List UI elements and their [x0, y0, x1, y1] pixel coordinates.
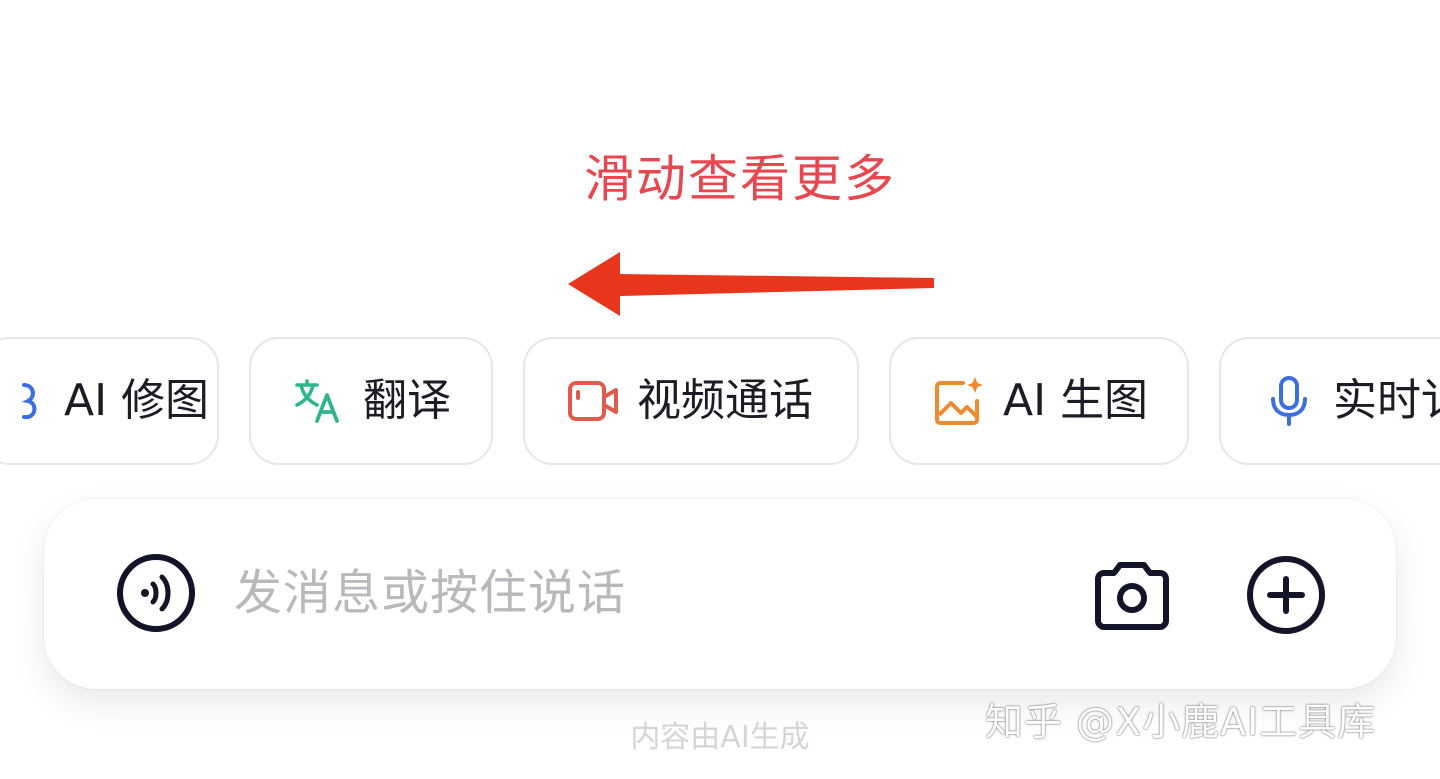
- quick-action-chips: AI 修图 翻译 视频通话 AI 生图 实时: [0, 337, 1440, 469]
- chat-composer-screen: 滑动查看更多 AI 修图 翻译 视频通话 AI 生图 实时 发消息或按住说话 内…: [0, 0, 1440, 779]
- voice-wave-icon[interactable]: [114, 551, 198, 635]
- message-input-bar: 发消息或按住说话: [44, 499, 1396, 689]
- camera-icon[interactable]: [1092, 551, 1172, 635]
- ai-generated-note: 内容由AI生成: [630, 720, 810, 755]
- swipe-left-arrow-icon: [568, 252, 934, 316]
- chip-ai-retouch[interactable]: AI 修图: [0, 337, 219, 465]
- chip-ai-image[interactable]: AI 生图: [889, 337, 1189, 465]
- chip-label: 翻译: [363, 375, 451, 426]
- chip-label: AI 修图: [64, 375, 210, 426]
- chip-translate[interactable]: 翻译: [249, 337, 493, 465]
- watermark: 知乎 @X小鹿AI工具库: [985, 700, 1377, 744]
- microphone-icon: [1263, 375, 1315, 427]
- chip-video-call[interactable]: 视频通话: [523, 337, 859, 465]
- plus-circle-icon[interactable]: [1244, 553, 1328, 637]
- chip-realtime[interactable]: 实时讠: [1219, 337, 1440, 465]
- chip-label: 视频通话: [637, 375, 813, 426]
- chip-label: 实时讠: [1333, 375, 1440, 426]
- ai-retouch-icon: [0, 375, 46, 427]
- video-call-icon: [567, 375, 619, 427]
- translate-icon: [293, 375, 345, 427]
- ai-image-icon: [933, 375, 985, 427]
- scroll-hint-text: 滑动查看更多: [584, 150, 896, 208]
- message-input[interactable]: 发消息或按住说话: [234, 563, 626, 623]
- chip-label: AI 生图: [1003, 375, 1149, 426]
